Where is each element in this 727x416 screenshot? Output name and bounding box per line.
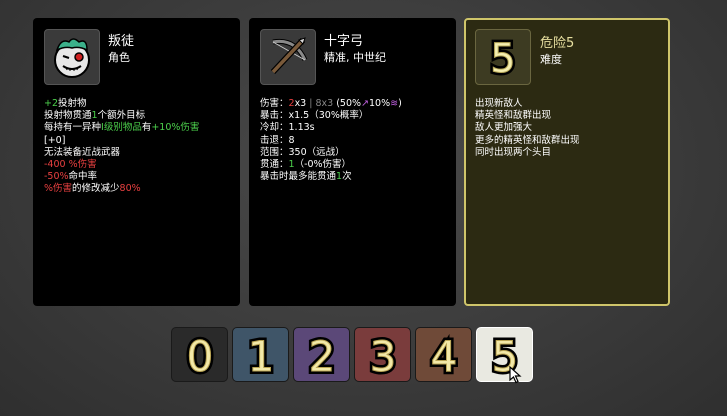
difficulty-button-0[interactable]: 00 bbox=[171, 327, 228, 382]
weapon-tags: 精准, 中世纪 bbox=[324, 51, 386, 64]
difficulty-digit-1: 11 bbox=[244, 332, 277, 378]
character-stat-segment: 投射物 bbox=[58, 98, 87, 109]
weapon-stat-line: 击退：8 bbox=[260, 135, 448, 147]
character-stat-segment: 80% bbox=[119, 183, 141, 195]
danger-level-icon: 5 5 bbox=[487, 34, 518, 80]
character-stat-segment: -50% bbox=[44, 171, 69, 183]
character-stat-segment: %伤害 bbox=[44, 183, 73, 195]
weapon-stat-line: 暴击：x1.5（30%概率） bbox=[260, 110, 448, 122]
character-stat-line: [+0] bbox=[44, 135, 232, 147]
character-stat-segment: [+0] bbox=[44, 134, 66, 146]
weapon-stat-line: 伤害：2x3 | 8x3 (50%↗10%≋) bbox=[260, 98, 448, 110]
danger-title: 危险5 bbox=[540, 36, 575, 51]
difficulty-button-2[interactable]: 22 bbox=[293, 327, 350, 382]
weapon-portrait bbox=[260, 29, 316, 85]
character-name: 叛徒 bbox=[108, 34, 135, 49]
weapon-stat-segment: ≋ bbox=[390, 98, 399, 109]
weapon-stats: 伤害：2x3 | 8x3 (50%↗10%≋) 暴击：x1.5（30%概率） 冷却：… bbox=[260, 98, 448, 183]
weapon-stat-line: 暴击时最多能贯通1次 bbox=[260, 171, 448, 183]
crossbow-icon bbox=[270, 37, 308, 75]
character-stat-line: -50%命中率 bbox=[44, 171, 232, 183]
difficulty-digit-0: 00 bbox=[183, 332, 216, 378]
weapon-stat-line: 范围：350（远战） bbox=[260, 147, 448, 159]
character-stat-line: %伤害的修改减少80% bbox=[44, 183, 232, 195]
svg-text:4: 4 bbox=[430, 332, 457, 378]
character-stat-segment: 无法装备近战武器 bbox=[44, 146, 121, 158]
character-stat-segment: +2 bbox=[44, 98, 59, 109]
difficulty-button-4[interactable]: 44 bbox=[415, 327, 472, 382]
weapon-stat-segment: ) bbox=[398, 98, 402, 109]
difficulty-digit-3: 33 bbox=[366, 332, 399, 378]
danger-effects: 出现新敌人 精英怪和敌群出现 敌人更加强大 更多的精英怪和敌群出现 同时出现两个头目 bbox=[475, 98, 660, 159]
danger-stat-line: 更多的精英怪和敌群出现 bbox=[475, 134, 580, 146]
character-stat-line: -400 %伤害 bbox=[44, 159, 232, 171]
weapon-card: 十字弓 精准, 中世纪 伤害：2x3 | 8x3 (50%↗10%≋) 暴击：x1… bbox=[249, 18, 456, 306]
danger-stat-line: 精英怪和敌群出现 bbox=[475, 110, 552, 122]
svg-text:3: 3 bbox=[369, 332, 396, 378]
character-stat-segment: I级别物品 bbox=[101, 122, 142, 134]
danger-stat-line: 出现新敌人 bbox=[475, 98, 523, 109]
character-stat-line: 无法装备近战武器 bbox=[44, 147, 232, 159]
weapon-stat-segment: 暴击时最多能贯通 bbox=[260, 171, 337, 183]
difficulty-button-1[interactable]: 11 bbox=[232, 327, 289, 382]
weapon-stat-segment: 击退：8 bbox=[260, 134, 295, 146]
danger-subtitle: 难度 bbox=[540, 53, 562, 66]
svg-text:1: 1 bbox=[247, 332, 274, 378]
character-stat-segment: -400 %伤害 bbox=[44, 159, 97, 171]
danger-portrait: 5 5 bbox=[475, 29, 531, 85]
character-stat-line: +2投射物 bbox=[44, 98, 232, 110]
weapon-stat-line: 冷却：1.13s bbox=[260, 122, 448, 134]
weapon-stat-line: 贯通：1（-0%伤害） bbox=[260, 159, 448, 171]
danger-stat-line: 同时出现两个头目 bbox=[475, 146, 552, 158]
difficulty-selector: 00 11 22 33 44 55 bbox=[171, 327, 533, 382]
svg-text:5: 5 bbox=[490, 36, 515, 80]
svg-text:0: 0 bbox=[186, 332, 213, 378]
character-stat-segment: +10%伤害 bbox=[151, 122, 200, 134]
weapon-stat-segment: x3 bbox=[294, 98, 310, 109]
weapon-stat-segment: (50% bbox=[336, 98, 362, 109]
weapon-stat-segment: | 8x3 bbox=[309, 98, 337, 109]
weapon-stat-segment: 贯通： bbox=[260, 159, 289, 171]
difficulty-button-5[interactable]: 55 bbox=[476, 327, 533, 382]
weapon-stat-segment: 10% bbox=[369, 98, 391, 109]
weapon-stat-segment: （-0%伤害） bbox=[294, 159, 352, 171]
weapon-stat-segment: 范围：350（远战） bbox=[260, 146, 345, 158]
weapon-stat-segment: 暴击：x1.5（30%概率） bbox=[260, 110, 369, 122]
difficulty-digit-2: 22 bbox=[305, 332, 338, 378]
difficulty-button-3[interactable]: 33 bbox=[354, 327, 411, 382]
character-card: 叛徒 角色 +2投射物 投射物贯通1个额外目标 每持有一异种I级别物品有+10%伤害… bbox=[33, 18, 240, 306]
character-portrait bbox=[44, 29, 100, 85]
character-stat-line: 投射物贯通1个额外目标 bbox=[44, 110, 232, 122]
character-stat-segment: 命中率 bbox=[68, 171, 98, 183]
weapon-stat-segment: 伤害： bbox=[260, 98, 289, 109]
character-type: 角色 bbox=[108, 51, 130, 64]
character-stat-segment: 每持有一异种 bbox=[44, 122, 102, 134]
danger-card: 5 5 危险5 难度 出现新敌人 精英怪和敌群出现 敌人更加强大 更多的精英怪和敌群出… bbox=[464, 18, 670, 306]
renegade-potato-icon bbox=[54, 38, 90, 78]
character-stat-line: 每持有一异种I级别物品有+10%伤害 bbox=[44, 122, 232, 134]
character-stats: +2投射物 投射物贯通1个额外目标 每持有一异种I级别物品有+10%伤害 [+0] 无法… bbox=[44, 98, 232, 196]
character-stat-segment: 个额外目标 bbox=[97, 110, 146, 122]
character-stat-segment: 的修改减少 bbox=[72, 183, 120, 195]
danger-stat-line: 敌人更加强大 bbox=[475, 122, 533, 134]
weapon-stat-segment: ↗ bbox=[361, 98, 369, 109]
weapon-stat-segment: 次 bbox=[342, 171, 352, 183]
weapon-name: 十字弓 bbox=[324, 34, 364, 49]
mouse-cursor-icon bbox=[509, 366, 522, 384]
character-stat-segment: 投射物贯通 bbox=[44, 110, 92, 122]
svg-text:2: 2 bbox=[308, 332, 335, 378]
weapon-stat-segment: 冷却：1.13s bbox=[260, 122, 315, 134]
character-stat-segment: 有 bbox=[141, 122, 152, 134]
difficulty-digit-4: 44 bbox=[427, 332, 460, 378]
